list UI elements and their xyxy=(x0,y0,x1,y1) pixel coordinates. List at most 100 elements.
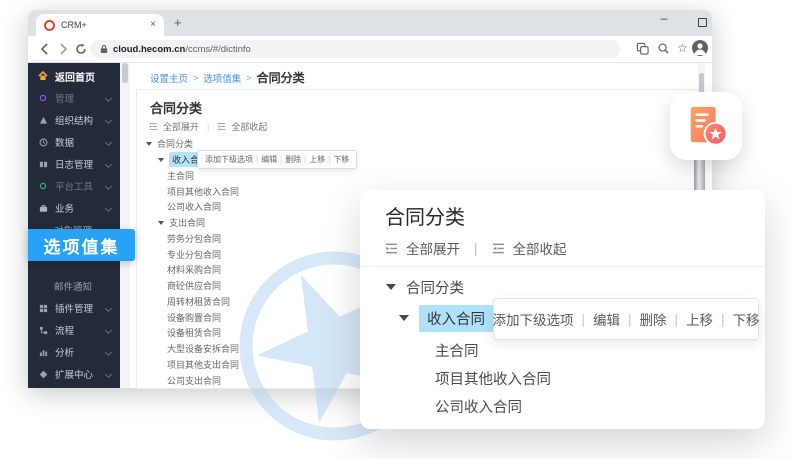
tree-node-label[interactable]: 大型设备安拆合同 xyxy=(167,342,239,355)
tree-node-label[interactable]: 项目其他收入合同 xyxy=(435,368,551,389)
tree-node-label[interactable]: 合同分类 xyxy=(406,277,464,298)
minimize-window-button[interactable]: – xyxy=(656,11,672,25)
tree-node[interactable]: 公司收入合同 xyxy=(360,392,765,420)
platform-dot-icon xyxy=(38,181,48,191)
tree-node-label[interactable]: 收入合同 xyxy=(419,305,493,332)
lock-icon xyxy=(100,44,108,54)
business-icon xyxy=(38,203,48,213)
tree-node-label[interactable]: 商砼供应合同 xyxy=(167,279,221,292)
caret-down-icon[interactable] xyxy=(399,315,409,321)
profile-avatar[interactable] xyxy=(692,40,708,56)
chevron-down-icon xyxy=(105,95,112,102)
tree-node-label[interactable]: 支出合同 xyxy=(169,216,205,229)
sidebar-item[interactable]: 返回首页 xyxy=(28,65,120,87)
caret-down-icon[interactable] xyxy=(146,142,152,146)
collapse-all-button[interactable]: 全部收起 xyxy=(513,238,567,258)
sidebar-item-label: 扩展中心 xyxy=(55,367,93,381)
sidebar-item[interactable]: 组织结构 xyxy=(28,109,120,131)
zoom-icon[interactable] xyxy=(657,42,671,56)
sidebar-item[interactable]: 管理 xyxy=(28,87,120,109)
tree-node-label[interactable]: 项目其他收入合同 xyxy=(167,185,239,198)
sidebar-item-label: 日志管理 xyxy=(55,157,93,171)
sidebar-item[interactable]: 扩展中心 xyxy=(28,363,120,385)
caret-down-icon[interactable] xyxy=(158,158,164,162)
tree-node[interactable]: 主合同 xyxy=(360,336,765,364)
data-clock-icon xyxy=(38,137,48,147)
popup-action[interactable]: 下移 xyxy=(733,309,760,329)
tree-node-label[interactable]: 公司收入合同 xyxy=(167,200,221,213)
action-separator: | xyxy=(675,312,679,327)
images-icon[interactable] xyxy=(636,42,650,56)
sidebar-item[interactable]: 流程 xyxy=(28,319,120,341)
restore-window-button[interactable] xyxy=(698,18,707,27)
tree-node[interactable]: 主合同 xyxy=(140,168,694,184)
popup-action[interactable]: 删除 xyxy=(285,154,301,165)
app-sidebar: 返回首页管理组织结构数据日志管理平台工具业务对象管理邮件通知插件管理流程分析扩展… xyxy=(28,63,120,388)
org-icon xyxy=(38,115,48,125)
browser-tab[interactable]: CRM+ × xyxy=(36,14,164,36)
bookmark-star-icon[interactable]: ☆ xyxy=(677,41,691,55)
sidebar-item[interactable]: 邮件通知 xyxy=(28,275,120,297)
popup-action[interactable]: 上移 xyxy=(686,309,713,329)
forward-icon[interactable] xyxy=(56,42,70,56)
tree-node[interactable]: 合同分类 xyxy=(360,274,765,300)
log-icon xyxy=(38,159,48,169)
sidebar-item[interactable]: 分析 xyxy=(28,341,120,363)
sidebar-scrollbar-thumb[interactable] xyxy=(122,63,128,83)
popup-action[interactable]: 删除 xyxy=(640,309,667,329)
caret-down-icon[interactable] xyxy=(158,221,164,225)
popup-action[interactable]: 添加下级选项 xyxy=(205,154,253,165)
sidebar-item[interactable]: 平台工具 xyxy=(28,175,120,197)
popup-action[interactable]: 上移 xyxy=(309,154,325,165)
sidebar-item-label: 流程 xyxy=(55,323,74,337)
flow-icon xyxy=(38,325,48,335)
expand-all-button[interactable]: 全部展开 xyxy=(163,120,199,133)
back-icon[interactable] xyxy=(38,42,52,56)
expand-all-button[interactable]: 全部展开 xyxy=(406,238,460,258)
popup-action[interactable]: 编辑 xyxy=(593,309,620,329)
tree-node-label[interactable]: 设备租赁合同 xyxy=(167,326,221,339)
sidebar-item[interactable]: 业务 xyxy=(28,197,120,219)
sidebar-item-label: 数据 xyxy=(55,135,74,149)
tree-node-label[interactable]: 主合同 xyxy=(167,169,194,182)
tree-node-label[interactable]: 周转材租赁合同 xyxy=(167,295,230,308)
popup-action[interactable]: 编辑 xyxy=(261,154,277,165)
popup-action[interactable]: 添加下级选项 xyxy=(492,309,573,329)
tree-node-label[interactable]: 公司支出合同 xyxy=(167,374,221,387)
overlay-toolbar: 全部展开 | 全部收起 xyxy=(385,238,567,258)
tree-node-label[interactable]: 设备购置合同 xyxy=(167,311,221,324)
sidebar-scrollbar[interactable] xyxy=(120,63,130,388)
new-tab-button[interactable]: + xyxy=(174,15,182,30)
collapse-all-icon xyxy=(492,242,505,255)
tree-node-label[interactable]: 公司收入合同 xyxy=(435,396,522,417)
plugin-icon xyxy=(38,303,48,313)
chevron-down-icon xyxy=(105,139,112,146)
expand-all-icon xyxy=(385,242,398,255)
close-tab-icon[interactable]: × xyxy=(150,20,156,30)
tree-node-label[interactable]: 劳务分包合同 xyxy=(167,232,221,245)
reload-icon[interactable] xyxy=(74,42,88,56)
tree-node-label[interactable]: 主合同 xyxy=(435,340,479,361)
tree-node-label[interactable]: 合同分类 xyxy=(157,137,193,150)
address-input[interactable]: cloud.hecom.cn/ccms/#/dictinfo xyxy=(90,40,620,58)
breadcrumb-link[interactable]: 设置主页 xyxy=(150,71,188,85)
action-separator: | xyxy=(721,312,725,327)
sidebar-item[interactable]: 插件管理 xyxy=(28,297,120,319)
expand-all-icon xyxy=(149,122,158,131)
tree-node-label[interactable]: 材料采购合同 xyxy=(167,263,221,276)
caret-down-icon[interactable] xyxy=(386,284,396,290)
popup-action[interactable]: 下移 xyxy=(333,154,349,165)
breadcrumb-link[interactable]: 选项值集 xyxy=(203,71,241,85)
breadcrumb: 设置主页 > 选项值集 > 合同分类 xyxy=(150,69,305,86)
tree-node[interactable]: 项目其他收入合同 xyxy=(360,364,765,392)
sidebar-item-label: 组织结构 xyxy=(55,113,93,127)
sidebar-item-label: 分析 xyxy=(55,345,74,359)
collapse-all-button[interactable]: 全部收起 xyxy=(231,120,267,133)
page-title: 合同分类 xyxy=(150,98,202,117)
tree-node-label[interactable]: 项目其他支出合同 xyxy=(167,358,239,371)
toolbar-separator: | xyxy=(474,241,478,256)
action-separator: | xyxy=(328,155,330,164)
sidebar-item[interactable]: 日志管理 xyxy=(28,153,120,175)
sidebar-item[interactable]: 数据 xyxy=(28,131,120,153)
tree-node-label[interactable]: 专业分包合同 xyxy=(167,248,221,261)
